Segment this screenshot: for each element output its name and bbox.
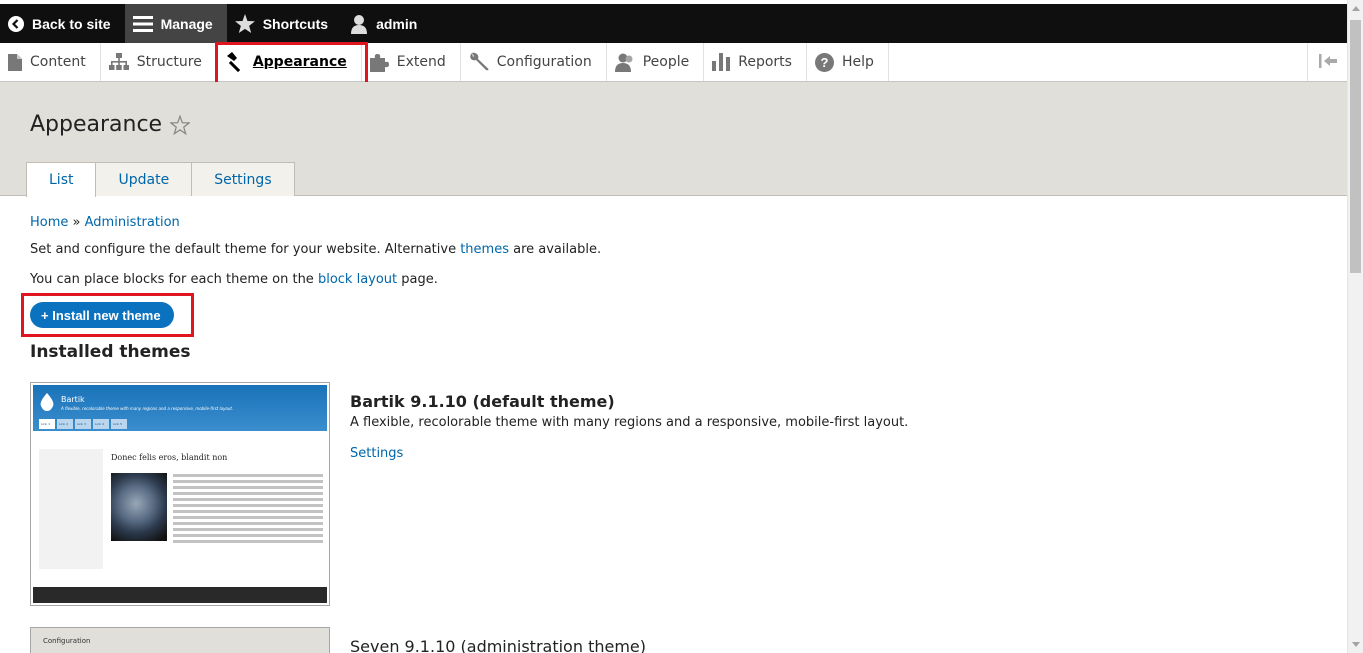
back-to-site-label: Back to site (32, 15, 111, 32)
admin-toolbar: Back to site Manage Shortcuts admin (0, 4, 1347, 43)
themes-link[interactable]: themes (460, 242, 509, 257)
seven-thumb-title: Configuration (43, 637, 91, 645)
intro-paragraph: Set and configure the default theme for … (30, 242, 601, 257)
scroll-up-icon[interactable] (1352, 6, 1360, 11)
wrench-icon (469, 52, 489, 72)
tray-item-help[interactable]: ? Help (807, 43, 889, 81)
admin-tray: Content Structure Appearance Extend Conf… (0, 43, 1347, 82)
bartik-info: Bartik 9.1.10 (default theme) A flexible… (350, 392, 908, 461)
install-new-theme-button[interactable]: + Install new theme (30, 302, 174, 328)
thumb-footer (33, 587, 327, 603)
tab-settings[interactable]: Settings (191, 162, 295, 196)
manage-button[interactable]: Manage (124, 4, 227, 43)
breadcrumb-separator: » (72, 215, 81, 230)
user-menu-button[interactable]: admin (342, 4, 431, 43)
tray-orientation-toggle[interactable] (1307, 43, 1347, 81)
people-icon (614, 53, 635, 72)
thumb-tab: Link 4 (93, 419, 109, 429)
block-text: page. (397, 272, 438, 287)
scrollbar-thumb[interactable] (1350, 20, 1361, 273)
bar-chart-icon (712, 53, 731, 71)
bartik-screenshot: Bartik A flexible, recolorable theme wit… (30, 382, 330, 606)
scroll-down-icon[interactable] (1352, 642, 1360, 647)
manage-label: Manage (160, 15, 213, 32)
hamburger-icon (132, 15, 153, 33)
thumb-body: Donec felis eros, blandit non (33, 431, 327, 587)
help-icon: ? (814, 52, 834, 72)
shortcuts-button[interactable]: Shortcuts (227, 4, 342, 43)
theme-name: Bartik 9.1.10 (default theme) (350, 392, 615, 411)
tab-update[interactable]: Update (95, 162, 193, 196)
thumb-tab: Link 3 (75, 419, 91, 429)
theme-settings-link[interactable]: Settings (350, 446, 908, 461)
tray-item-label: Extend (396, 54, 446, 70)
chevron-left-circle-icon (8, 15, 24, 32)
document-icon (8, 53, 22, 71)
block-text: You can place blocks for each theme on t… (30, 272, 318, 287)
tray-item-configuration[interactable]: Configuration (461, 43, 607, 81)
intro-text: Set and configure the default theme for … (30, 242, 461, 257)
add-shortcut-star-icon[interactable] (170, 114, 191, 135)
tray-item-label: Structure (136, 54, 202, 70)
drupal-drop-icon (40, 393, 54, 411)
theme-description: A flexible, recolorable theme with many … (350, 415, 909, 430)
primary-tabs: List Update Settings (26, 162, 295, 197)
tab-list[interactable]: List (26, 162, 97, 197)
thumb-article-title: Donec felis eros, blandit non (111, 453, 228, 462)
thumb-earth-image (111, 473, 167, 541)
breadcrumb-home[interactable]: Home (30, 215, 68, 230)
sitemap-icon (108, 53, 129, 71)
thumb-tabs: Link 1 Link 2 Link 3 Link 4 Link 5 (39, 419, 127, 429)
breadcrumb-administration[interactable]: Administration (85, 215, 180, 230)
tray-item-extend[interactable]: Extend (362, 43, 461, 81)
thumb-text-lines (173, 474, 323, 546)
seven-screenshot: Configuration (30, 627, 330, 653)
page-title-text: Appearance (30, 112, 163, 137)
thumb-tab: Link 1 (39, 419, 55, 429)
breadcrumb: Home » Administration (30, 215, 180, 230)
page-title: Appearance (30, 112, 191, 137)
thumb-tab: Link 2 (57, 419, 73, 429)
page-scrollbar[interactable] (1347, 0, 1363, 653)
page-header: Appearance List Update Settings (0, 82, 1347, 197)
user-icon (350, 14, 368, 34)
tray-item-label: Reports (738, 54, 792, 70)
thumb-slogan: A flexible, recolorable theme with many … (61, 406, 234, 411)
intro-text: are available. (508, 242, 602, 257)
tray-item-label: Help (841, 54, 874, 70)
tray-item-people[interactable]: People (607, 43, 705, 81)
thumb-sidebar (39, 449, 103, 569)
seven-theme-name: Seven 9.1.10 (administration theme) (350, 637, 646, 653)
collapse-arrow-icon (1318, 53, 1337, 72)
installed-themes-heading: Installed themes (30, 342, 191, 362)
tray-item-reports[interactable]: Reports (704, 43, 807, 81)
tray-item-structure[interactable]: Structure (101, 43, 217, 81)
tray-item-label: Configuration (496, 54, 592, 70)
block-layout-paragraph: You can place blocks for each theme on t… (30, 272, 438, 287)
shortcuts-label: Shortcuts (262, 15, 329, 32)
tray-item-label: Appearance (252, 54, 347, 70)
paintbrush-icon (225, 52, 245, 72)
tray-item-content[interactable]: Content (0, 43, 101, 81)
svg-text:?: ? (820, 55, 828, 70)
back-to-site-link[interactable]: Back to site (0, 4, 125, 43)
thumb-tab: Link 5 (111, 419, 127, 429)
puzzle-icon (369, 53, 389, 72)
tray-item-label: People (642, 54, 690, 70)
tray-item-appearance[interactable]: Appearance (217, 43, 362, 81)
user-label: admin (376, 15, 418, 32)
thumb-header: Bartik A flexible, recolorable theme wit… (33, 385, 327, 431)
tray-item-label: Content (30, 54, 86, 70)
star-icon (234, 14, 255, 33)
block-layout-link[interactable]: block layout (318, 272, 397, 287)
thumb-site-name: Bartik (61, 395, 85, 404)
